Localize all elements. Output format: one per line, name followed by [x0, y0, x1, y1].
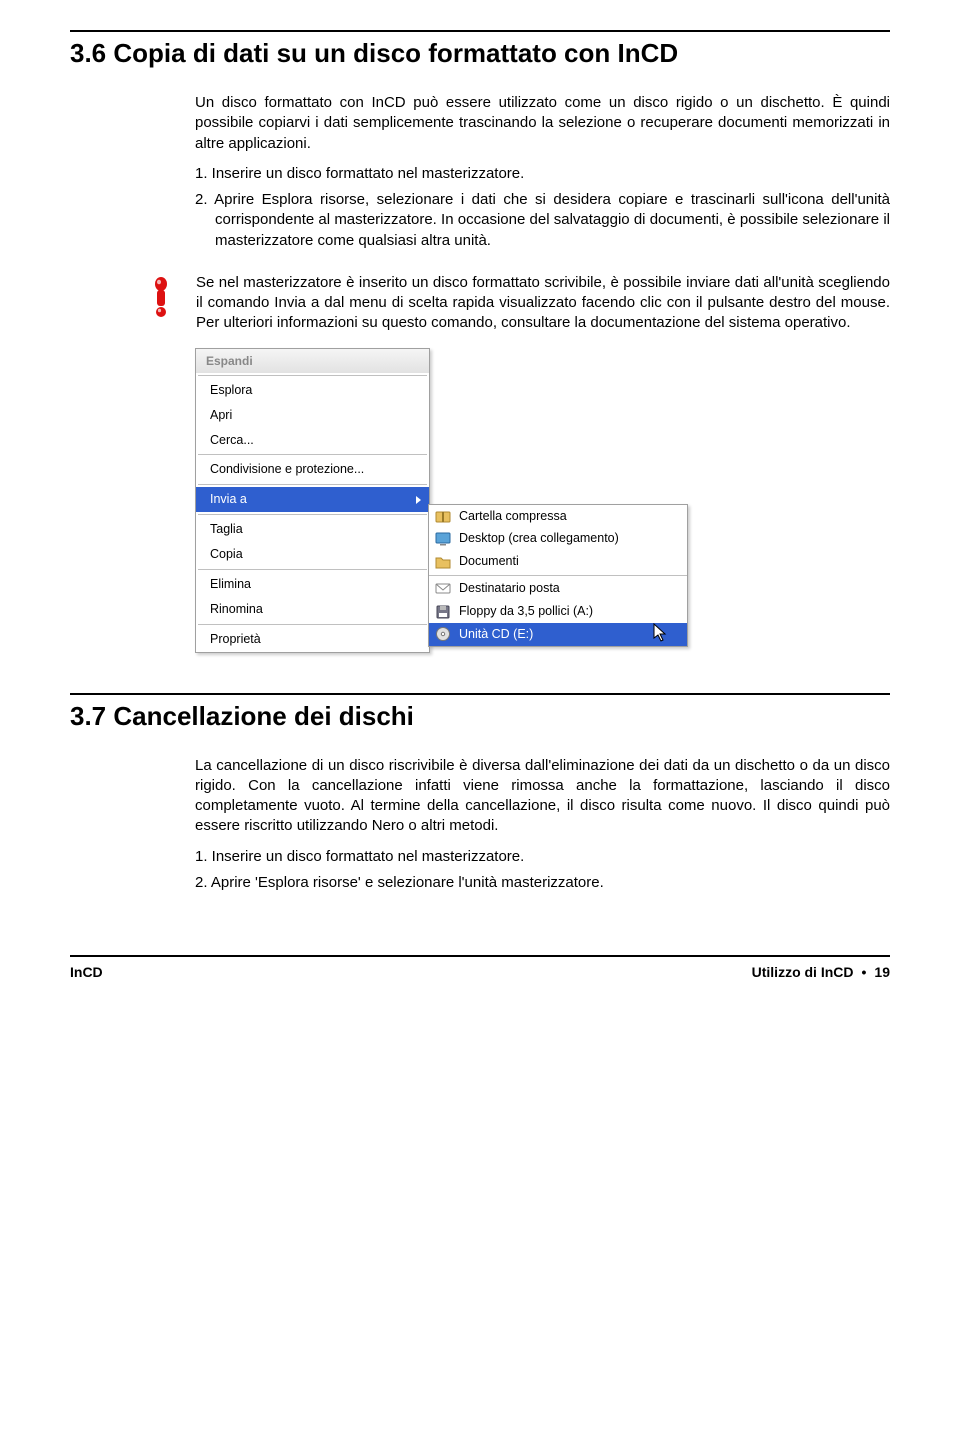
submenu-item-destinatario-posta[interactable]: Destinatario posta	[429, 575, 687, 600]
menu-item-esplora[interactable]: Esplora	[196, 378, 429, 403]
menu-item-condivisione[interactable]: Condivisione e protezione...	[196, 457, 429, 482]
section-3-7-heading: 3.7 Cancellazione dei dischi	[70, 693, 890, 734]
menu-item-invia-a[interactable]: Invia a	[196, 487, 429, 512]
menu-item-cerca[interactable]: Cerca...	[196, 428, 429, 453]
warning-icon	[150, 273, 176, 334]
section-3-7-paragraph-1: La cancellazione di un disco riscrivibil…	[195, 756, 890, 837]
section-3-6-step-1: 1. Inserire un disco formattato nel mast…	[195, 164, 890, 184]
bullet-icon: •	[862, 963, 867, 982]
section-3-7-step-1: 1. Inserire un disco formattato nel mast…	[195, 847, 890, 867]
menu-item-taglia[interactable]: Taglia	[196, 517, 429, 542]
submenu-item-documenti[interactable]: Documenti	[429, 550, 687, 573]
menu-item-rinomina[interactable]: Rinomina	[196, 597, 429, 622]
menu-item-proprieta[interactable]: Proprietà	[196, 627, 429, 652]
menu-item-elimina[interactable]: Elimina	[196, 572, 429, 597]
folder-icon	[435, 554, 451, 570]
section-3-6-heading: 3.6 Copia di dati su un disco formattato…	[70, 30, 890, 71]
section-3-6-step-2: 2. Aprire Esplora risorse, selezionare i…	[195, 190, 890, 251]
menu-item-copia[interactable]: Copia	[196, 542, 429, 567]
submenu-item-desktop[interactable]: Desktop (crea collegamento)	[429, 527, 687, 550]
cursor-icon	[653, 623, 669, 648]
menu-item-apri[interactable]: Apri	[196, 403, 429, 428]
footer-right-label: Utilizzo di InCD	[752, 963, 854, 982]
desktop-icon	[435, 531, 451, 547]
submenu-item-cartella-compressa[interactable]: Cartella compressa	[429, 505, 687, 528]
page-footer: InCD Utilizzo di InCD • 19	[70, 955, 890, 982]
footer-left: InCD	[70, 963, 103, 982]
folder-zip-icon	[435, 508, 451, 524]
floppy-icon	[435, 604, 451, 620]
chevron-right-icon	[416, 496, 421, 504]
section-3-6-notice: Se nel masterizzatore è inserito un disc…	[196, 273, 890, 334]
section-3-7-step-2: 2. Aprire 'Esplora risorse' e selezionar…	[195, 873, 890, 893]
section-3-6-paragraph-1: Un disco formattato con InCD può essere …	[195, 93, 890, 154]
context-menu-screenshot: Espandi Esplora Apri Cerca... Condivisio…	[195, 348, 890, 653]
cd-icon	[435, 626, 451, 642]
context-menu-header: Espandi	[196, 349, 429, 373]
mail-icon	[435, 580, 451, 596]
footer-page-number: 19	[874, 963, 890, 982]
context-menu-left: Espandi Esplora Apri Cerca... Condivisio…	[195, 348, 430, 653]
submenu-item-unita-cd[interactable]: Unità CD (E:)	[429, 623, 687, 646]
submenu-item-floppy[interactable]: Floppy da 3,5 pollici (A:)	[429, 600, 687, 623]
context-menu-right: Cartella compressa Desktop (crea collega…	[428, 504, 688, 647]
